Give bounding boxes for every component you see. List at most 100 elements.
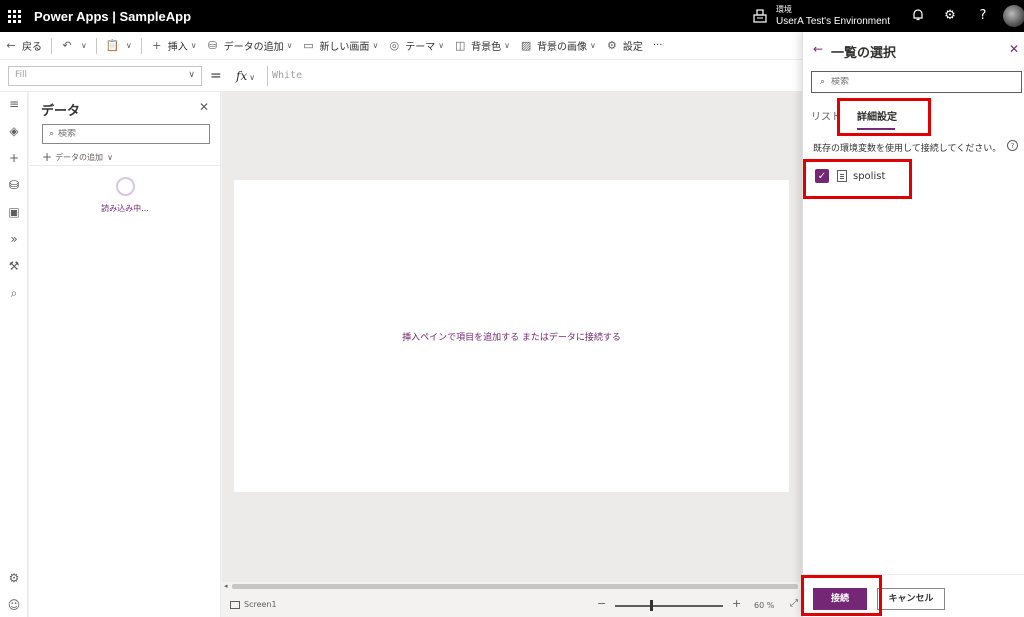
- undo-icon: ↶: [62, 38, 72, 52]
- background-image-label: 背景の画像: [537, 42, 588, 53]
- environment-icon: [753, 9, 767, 23]
- help-circle-icon[interactable]: ?: [1007, 140, 1018, 151]
- chevron-down-icon: ∨: [188, 70, 195, 80]
- chevron-down-icon: ∨: [286, 41, 293, 50]
- menu-icon[interactable]: ≡: [6, 96, 22, 112]
- chevron-down-icon: ∨: [107, 152, 113, 162]
- loading-spinner: [116, 177, 135, 196]
- property-dropdown[interactable]: Fill ∨: [8, 66, 202, 86]
- close-icon[interactable]: ✕: [1009, 42, 1019, 56]
- insert-plus-icon[interactable]: +: [6, 150, 22, 166]
- top-bar: Power Apps | SampleApp 環境 UserA Test's E…: [0, 0, 1024, 32]
- list-selection-panel: ← 一覧の選択 ✕ ⌕ リスト 詳細設定 既存の環境変数を使用して接続してくださ…: [802, 32, 1024, 617]
- power-automate-icon[interactable]: »: [6, 231, 22, 247]
- function-button[interactable]: fx ∨: [230, 66, 268, 86]
- divider: [95, 37, 97, 54]
- chevron-down-icon: ∨: [590, 41, 596, 50]
- plus-icon: +: [152, 38, 162, 52]
- data-cylinder-icon[interactable]: ⛁: [6, 177, 22, 193]
- chevron-down-icon: ∨: [249, 73, 256, 82]
- app-launcher-icon[interactable]: [0, 0, 28, 32]
- gear-icon: ⚙: [606, 38, 617, 52]
- theme-button[interactable]: ◎ テーマ ∨: [383, 32, 449, 60]
- formula-bar: Fill ∨ = fx ∨ White: [0, 60, 802, 92]
- formula-input[interactable]: White: [270, 66, 802, 86]
- tab-list[interactable]: リスト: [811, 108, 841, 123]
- add-data-button[interactable]: ⛁ データの追加 ∨: [202, 32, 298, 60]
- zoom-slider[interactable]: [615, 605, 723, 607]
- environment-name: UserA Test's Environment: [776, 16, 890, 27]
- help-icon[interactable]: ?: [975, 8, 991, 24]
- status-bar: Screen1 − + 60 % ⤢: [222, 591, 802, 617]
- layers-icon[interactable]: ◈: [6, 123, 22, 139]
- image-icon: ▨: [520, 38, 532, 52]
- back-arrow-icon[interactable]: ←: [813, 42, 823, 56]
- settings-gear-icon[interactable]: ⚙: [6, 570, 22, 586]
- background-color-button[interactable]: ◫ 背景色 ∨: [449, 32, 515, 60]
- chevron-down-icon: ∨: [438, 41, 445, 50]
- list-item-label: spolist: [853, 170, 886, 182]
- undo-button[interactable]: ↶ ∨: [56, 32, 92, 60]
- list-icon: [837, 170, 847, 182]
- clipboard-icon: 📋: [105, 38, 120, 52]
- checkbox-checked[interactable]: ✓: [815, 169, 829, 183]
- divider: [51, 37, 52, 54]
- cancel-button[interactable]: キャンセル: [877, 588, 945, 610]
- settings-gear-icon[interactable]: ⚙: [942, 8, 958, 24]
- app-title: Power Apps | SampleApp: [34, 8, 192, 24]
- divider: [803, 574, 1024, 575]
- add-data-link[interactable]: + データの追加 ∨: [42, 150, 113, 164]
- search-icon: ⌕: [820, 77, 826, 87]
- left-rail: ≡ ◈ + ⛁ ▣ » ⚒ ⌕ ⚙ ☺: [0, 92, 28, 617]
- fit-to-window-icon[interactable]: ⤢: [790, 598, 798, 609]
- more-button[interactable]: ···: [648, 32, 668, 60]
- user-avatar[interactable]: [1003, 5, 1024, 27]
- paste-button[interactable]: 📋 ∨: [101, 32, 137, 60]
- environment-picker[interactable]: 環境 UserA Test's Environment: [752, 0, 890, 32]
- database-add-icon: ⛁: [207, 38, 218, 52]
- add-data-label: データの追加: [223, 42, 284, 53]
- divider: [140, 37, 142, 54]
- canvas-hint-text[interactable]: 挿入ペインで項目を追加する またはデータに接続する: [234, 330, 789, 343]
- canvas-area: 挿入ペインで項目を追加する またはデータに接続する: [222, 92, 802, 582]
- new-screen-button[interactable]: ▭ 新しい画面 ∨: [297, 32, 383, 60]
- screen-selector[interactable]: Screen1: [230, 600, 277, 609]
- property-value: Fill: [15, 70, 28, 80]
- panel-search-field[interactable]: ⌕: [811, 71, 1022, 93]
- list-item[interactable]: ✓ spolist: [815, 169, 885, 183]
- connect-button[interactable]: 接続: [813, 588, 867, 610]
- screen-canvas[interactable]: 挿入ペインで項目を追加する またはデータに接続する: [234, 180, 789, 492]
- media-icon[interactable]: ▣: [6, 204, 22, 220]
- zoom-slider-thumb[interactable]: [650, 600, 653, 611]
- notification-bell-icon[interactable]: [910, 8, 926, 24]
- add-data-label: データの追加: [55, 152, 104, 162]
- data-search-input[interactable]: [58, 129, 199, 139]
- scrollbar-thumb[interactable]: [232, 584, 798, 589]
- horizontal-scrollbar[interactable]: ◂: [222, 582, 802, 591]
- zoom-value: 60 %: [754, 601, 775, 610]
- panel-description: 既存の環境変数を使用して接続してください。: [813, 144, 1002, 154]
- tab-advanced[interactable]: 詳細設定: [857, 108, 897, 123]
- insert-button[interactable]: + 挿入 ∨: [146, 32, 202, 60]
- active-tab-indicator: [857, 128, 895, 130]
- palette-icon: ◎: [389, 38, 400, 52]
- virtual-agent-icon[interactable]: ☺: [6, 597, 22, 613]
- data-search-field[interactable]: ⌕: [42, 124, 210, 144]
- new-screen-icon: ▭: [303, 38, 314, 52]
- panel-search-input[interactable]: [831, 77, 1012, 87]
- search-icon[interactable]: ⌕: [6, 285, 22, 301]
- background-color-label: 背景色: [471, 42, 502, 53]
- back-button[interactable]: ← 戻る: [0, 32, 47, 60]
- new-screen-label: 新しい画面: [319, 42, 370, 53]
- zoom-out-icon[interactable]: −: [597, 597, 606, 610]
- settings-button[interactable]: ⚙ 設定: [601, 32, 648, 60]
- advanced-tools-icon[interactable]: ⚒: [6, 258, 22, 274]
- screen-name: Screen1: [244, 600, 277, 609]
- zoom-in-icon[interactable]: +: [732, 597, 741, 610]
- scroll-left-icon[interactable]: ◂: [224, 582, 228, 590]
- screen-icon: [230, 600, 240, 609]
- close-icon[interactable]: ✕: [199, 100, 209, 114]
- background-image-button[interactable]: ▨ 背景の画像 ∨: [515, 32, 601, 60]
- chevron-down-icon: ∨: [372, 41, 379, 50]
- equals-sign: =: [210, 68, 222, 84]
